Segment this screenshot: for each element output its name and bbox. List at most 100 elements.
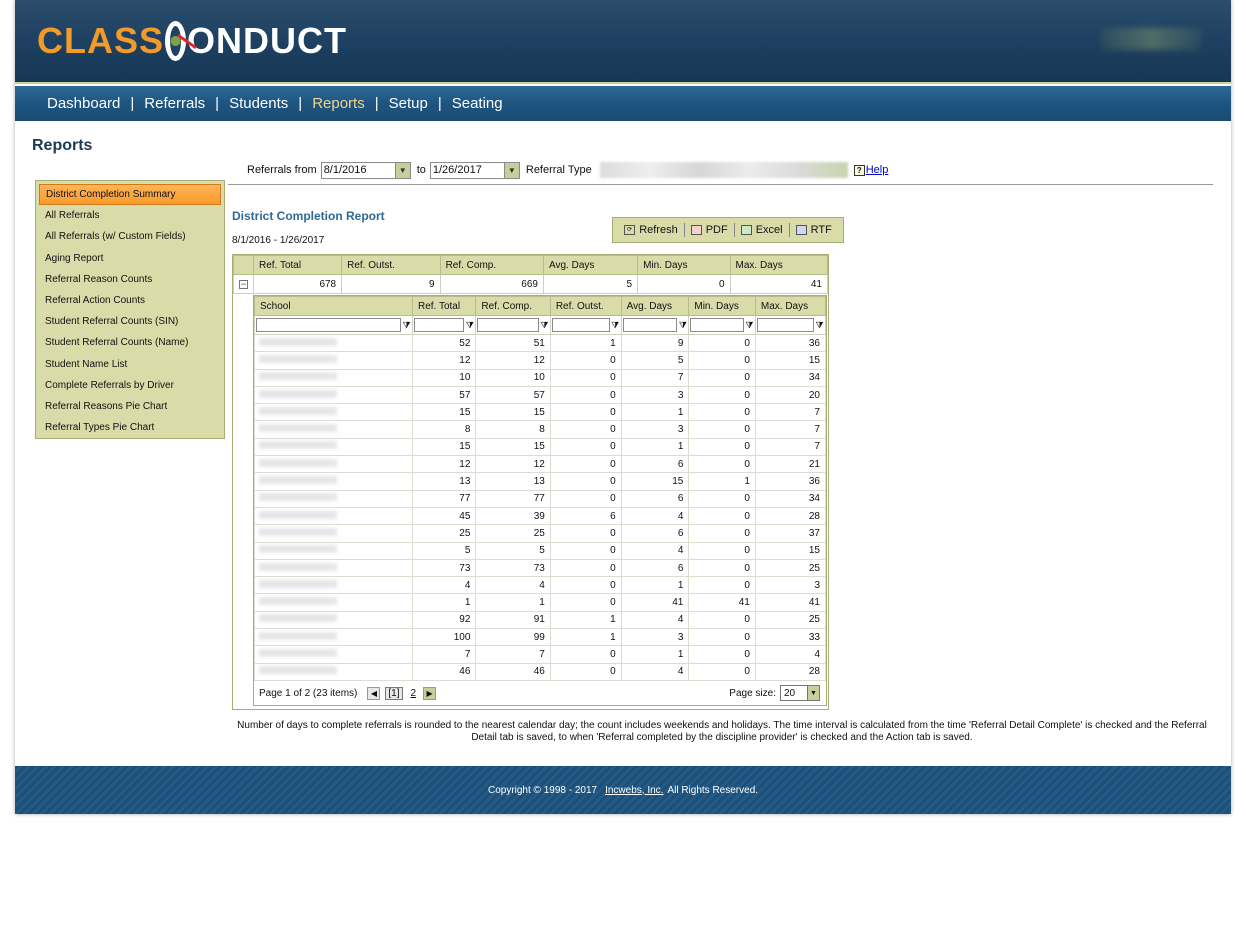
nav-setup[interactable]: Setup — [389, 95, 428, 112]
sidebar-item-student-referral-counts-sin[interactable]: Student Referral Counts (SIN) — [39, 311, 221, 332]
nav-seating[interactable]: Seating — [452, 95, 503, 112]
prev-page-icon[interactable]: ◀ — [367, 686, 381, 700]
sidebar-item-referral-reasons-pie-chart[interactable]: Referral Reasons Pie Chart — [39, 396, 221, 417]
sidebar-item-referral-types-pie-chart[interactable]: Referral Types Pie Chart — [39, 417, 221, 438]
help-icon[interactable]: ? — [853, 164, 865, 176]
filter-icon[interactable]: ⧩ — [465, 320, 474, 331]
table-cell: 73 — [475, 558, 551, 578]
table-row[interactable]: 5 5 0 4 0 15 — [254, 541, 827, 560]
table-row[interactable]: 92 91 1 4 0 25 — [254, 610, 827, 630]
to-label: to — [416, 164, 426, 176]
to-date-dropdown-icon[interactable]: ▼ — [503, 162, 519, 178]
next-page-icon[interactable]: ▶ — [423, 686, 437, 700]
sidebar-item-aging-report[interactable]: Aging Report — [39, 248, 221, 269]
school-name-cell-redacted — [254, 541, 413, 560]
column-header[interactable]: Max. Days — [729, 255, 829, 275]
column-header[interactable]: Avg. Days — [542, 255, 639, 275]
filter-input[interactable] — [477, 318, 539, 332]
table-row[interactable]: 15 15 0 1 0 7 — [254, 437, 827, 457]
table-row[interactable]: 57 57 0 3 0 20 — [254, 385, 827, 405]
nav-dashboard[interactable]: Dashboard — [47, 95, 120, 112]
table-row[interactable]: 12 12 0 6 0 21 — [254, 455, 827, 474]
referral-type-select[interactable] — [599, 162, 848, 178]
table-row[interactable]: 12 12 0 5 0 15 — [254, 351, 827, 370]
table-cell: 1 — [620, 576, 690, 595]
table-row[interactable]: 52 51 1 9 0 36 — [254, 333, 827, 353]
table-row[interactable]: 10 10 0 7 0 34 — [254, 368, 827, 387]
table-row[interactable]: 100 99 1 3 0 33 — [254, 628, 827, 647]
help-link-wrap[interactable]: ? Help — [853, 164, 889, 176]
filter-icon[interactable]: ⧩ — [815, 320, 824, 331]
table-row[interactable]: 15 15 0 1 0 7 — [254, 403, 827, 422]
table-cell: 34 — [754, 489, 827, 508]
rtf-button[interactable]: RTF — [790, 224, 838, 236]
table-cell: 1 — [411, 593, 477, 612]
table-row[interactable]: 77 77 0 6 0 34 — [254, 489, 827, 508]
table-row[interactable]: 25 25 0 6 0 37 — [254, 524, 827, 543]
column-header[interactable]: Ref. Total — [411, 296, 477, 316]
column-header[interactable]: Min. Days — [637, 255, 731, 275]
collapse-icon[interactable]: − — [239, 279, 248, 289]
filter-input[interactable] — [622, 318, 678, 332]
sidebar-item-all-referrals-custom[interactable]: All Referrals (w/ Custom Fields) — [39, 226, 221, 247]
table-cell: 15 — [620, 472, 690, 491]
table-cell: 91 — [475, 610, 551, 630]
page-size-select[interactable]: 20 ▼ — [780, 685, 820, 701]
column-header[interactable]: Ref. Comp. — [475, 296, 551, 316]
column-header-school[interactable]: School — [254, 296, 413, 316]
filter-input[interactable] — [756, 318, 814, 332]
table-cell: 0 — [688, 506, 756, 526]
to-date-value[interactable]: 1/26/2017 — [431, 164, 504, 176]
nav-students[interactable]: Students — [229, 95, 288, 112]
help-link[interactable]: Help — [866, 164, 889, 176]
from-date-dropdown-icon[interactable]: ▼ — [394, 162, 410, 178]
filter-icon[interactable]: ⧩ — [745, 320, 754, 331]
footer-company-link[interactable]: Incwebs, Inc. — [605, 785, 663, 796]
nav-referrals[interactable]: Referrals — [144, 95, 205, 112]
filter-input[interactable] — [414, 318, 465, 332]
table-row[interactable]: 45 39 6 4 0 28 — [254, 506, 827, 526]
sidebar-item-student-name-list[interactable]: Student Name List — [39, 354, 221, 375]
sidebar-item-student-referral-counts-name[interactable]: Student Referral Counts (Name) — [39, 332, 221, 353]
excel-button[interactable]: Excel — [735, 224, 789, 236]
page-size-value[interactable]: 20 — [781, 688, 807, 699]
table-row[interactable]: 440103 — [254, 576, 827, 595]
filter-icon[interactable]: ⧩ — [611, 320, 620, 331]
to-date-picker[interactable]: 1/26/2017 ▼ — [429, 161, 520, 179]
column-header[interactable]: Ref. Comp. — [439, 255, 544, 275]
column-header[interactable]: Ref. Outst. — [549, 296, 622, 316]
sidebar-item-referral-reason-counts[interactable]: Referral Reason Counts — [39, 269, 221, 290]
table-row[interactable]: 13 13 0 15 1 36 — [254, 472, 827, 491]
column-header[interactable]: Ref. Total — [252, 255, 343, 275]
page-link-2[interactable]: 2 — [411, 688, 417, 699]
filter-icon[interactable]: ⧩ — [540, 320, 549, 331]
column-header[interactable]: Avg. Days — [620, 296, 690, 316]
classconduct-logo[interactable]: CLASS ONDUCT — [37, 14, 347, 68]
refresh-button[interactable]: ⟳ Refresh — [618, 224, 684, 236]
table-row[interactable]: 46 46 0 4 0 28 — [254, 662, 827, 681]
column-header[interactable]: Max. Days — [754, 296, 827, 316]
sidebar-item-district-completion-summary[interactable]: District Completion Summary — [39, 184, 221, 206]
column-header[interactable]: Ref. Outst. — [341, 255, 441, 275]
table-row[interactable]: 1 1 0 41 41 41 — [254, 593, 827, 612]
column-header[interactable]: Min. Days — [688, 296, 756, 316]
filter-input[interactable] — [256, 318, 401, 332]
table-cell: 10 — [411, 368, 477, 387]
filter-input[interactable] — [690, 318, 744, 332]
pdf-button[interactable]: PDF — [685, 224, 734, 236]
page-size-dropdown-icon[interactable]: ▼ — [807, 686, 819, 700]
filter-icon[interactable]: ⧩ — [402, 320, 411, 331]
nav-reports[interactable]: Reports — [312, 95, 365, 112]
sidebar-item-all-referrals[interactable]: All Referrals — [39, 205, 221, 226]
from-date-picker[interactable]: 8/1/2016 ▼ — [320, 161, 411, 179]
filter-icon[interactable]: ⧩ — [678, 320, 687, 331]
collapse-cell[interactable]: − — [233, 274, 254, 294]
filter-input[interactable] — [551, 318, 610, 332]
sidebar-item-complete-referrals-by-driver[interactable]: Complete Referrals by Driver — [39, 375, 221, 396]
sidebar-item-referral-action-counts[interactable]: Referral Action Counts — [39, 290, 221, 311]
from-date-value[interactable]: 8/1/2016 — [322, 164, 395, 176]
table-cell: 1 — [549, 333, 622, 353]
table-row[interactable]: 880307 — [254, 420, 827, 439]
table-row[interactable]: 770104 — [254, 645, 827, 664]
table-row[interactable]: 73 73 0 6 0 25 — [254, 558, 827, 578]
